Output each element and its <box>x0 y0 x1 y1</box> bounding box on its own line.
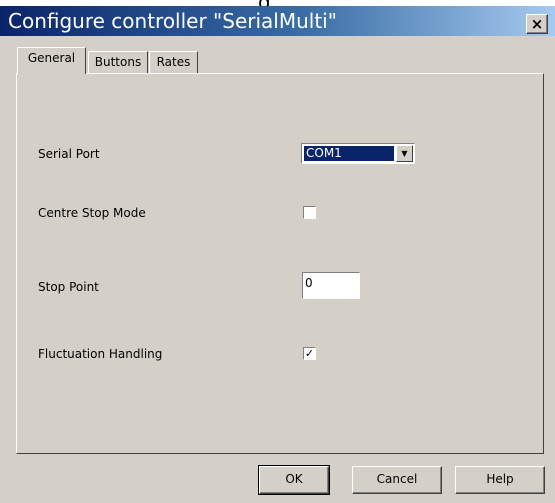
window-titlebar[interactable]: Configure controller "SerialMulti" × <box>0 6 555 36</box>
help-button[interactable]: Help <box>455 466 545 494</box>
close-icon: × <box>530 15 544 33</box>
tab-general-label: General <box>27 51 76 65</box>
general-tab-panel <box>16 73 544 454</box>
ok-button[interactable]: OK <box>258 465 330 495</box>
tab-rates[interactable]: Rates <box>149 51 198 73</box>
window-title: Configure controller "SerialMulti" <box>8 9 337 33</box>
tab-buttons-label: Buttons <box>94 55 142 69</box>
tab-rates-label: Rates <box>156 55 191 69</box>
cancel-button[interactable]: Cancel <box>352 466 442 494</box>
tab-buttons[interactable]: Buttons <box>88 51 148 73</box>
tab-general[interactable]: General <box>17 47 86 74</box>
close-button[interactable]: × <box>526 14 548 34</box>
